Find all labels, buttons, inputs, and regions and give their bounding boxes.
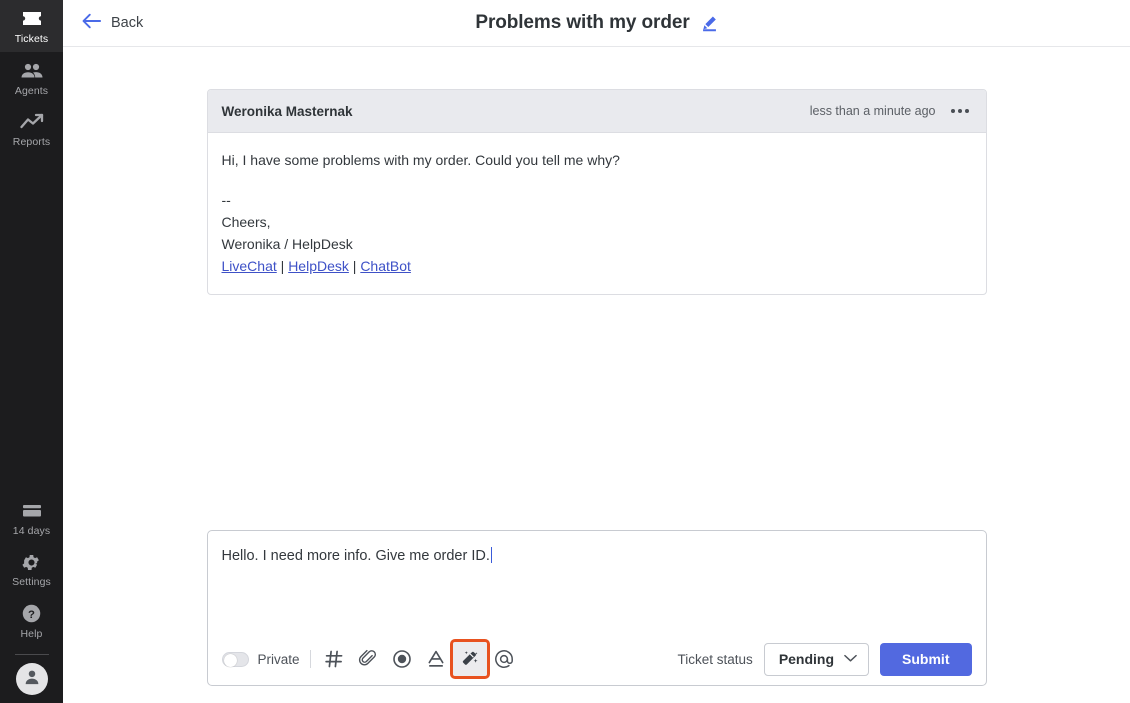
ai-wand-icon[interactable] [449, 639, 490, 679]
ticket-topbar: Back Problems with my order [63, 0, 1130, 47]
attachment-icon[interactable] [351, 642, 385, 676]
sidebar-label-reports: Reports [12, 136, 51, 148]
composer-toolbar: Private Ticket status Pending Submit [208, 633, 986, 685]
agents-icon [20, 60, 44, 82]
ticket-status-label: Ticket status [677, 651, 753, 667]
private-toggle-knob [223, 653, 237, 667]
ticket-title-container: Problems with my order [63, 12, 1130, 34]
message-card-header: Weronika Masternak less than a minute ag… [207, 90, 986, 133]
back-label: Back [111, 15, 144, 31]
ticket-status-select[interactable]: Pending [763, 642, 870, 676]
message-line: -- [221, 192, 231, 208]
ticket-icon [21, 8, 43, 30]
page-title: Problems with my order [475, 12, 690, 33]
message-composer: Hello. I need more info. Give me order I… [206, 530, 987, 686]
link-livechat[interactable]: LiveChat [222, 258, 277, 274]
sidebar-top-nav: Tickets Agents Reports [0, 0, 63, 155]
message-author: Weronika Masternak [221, 103, 353, 119]
link-helpdesk[interactable]: HelpDesk [288, 258, 349, 274]
composer-text-value: Hello. I need more info. Give me order I… [221, 548, 490, 564]
pencil-edit-icon[interactable] [701, 15, 718, 32]
ellipsis-icon[interactable] [949, 105, 971, 117]
private-toggle-label: Private [257, 651, 300, 667]
message-line: Hi, I have some problems with my order. … [221, 152, 620, 168]
sidebar-label-agents: Agents [14, 84, 49, 97]
text-format-icon[interactable] [419, 642, 453, 676]
message-timestamp: less than a minute ago [809, 104, 936, 118]
record-icon[interactable] [385, 642, 419, 676]
sidebar-label-tickets: Tickets [14, 33, 49, 45]
sidebar-label-trial: 14 days [12, 524, 51, 537]
sidebar-item-help[interactable]: ? Help [0, 595, 63, 647]
message-line: Cheers, [221, 214, 271, 230]
message-signature-links: LiveChat | HelpDesk | ChatBot [222, 255, 972, 277]
message-card: Weronika Masternak less than a minute ag… [206, 89, 987, 295]
toolbar-divider [309, 650, 311, 668]
private-toggle[interactable] [221, 651, 249, 667]
back-button[interactable]: Back [81, 13, 143, 34]
sidebar-item-agents[interactable]: Agents [0, 52, 63, 104]
user-avatar-icon [22, 667, 42, 692]
link-chatbot[interactable]: ChatBot [360, 258, 411, 274]
main-content: Back Problems with my order Weronika Mas… [63, 0, 1130, 703]
sidebar-item-trial[interactable]: 14 days [0, 492, 63, 544]
arrow-left-icon [81, 13, 102, 34]
message-thread: Weronika Masternak less than a minute ag… [63, 47, 1130, 530]
composer-actions: Ticket status Pending Submit [677, 642, 972, 676]
sidebar-item-settings[interactable]: Settings [0, 543, 63, 595]
app-root: Tickets Agents Reports 14 days Settings … [0, 0, 1130, 703]
submit-button[interactable]: Submit [880, 642, 972, 676]
canned-response-icon[interactable] [317, 642, 351, 676]
reports-icon [19, 111, 44, 133]
user-avatar-button[interactable] [15, 663, 48, 695]
sidebar-divider [14, 654, 49, 655]
sidebar-bottom-nav: 14 days Settings ? Help [0, 492, 63, 703]
question-mark-icon: ? [21, 603, 42, 625]
link-separator: | [276, 258, 289, 274]
composer-input[interactable]: Hello. I need more info. Give me order I… [208, 531, 986, 633]
sidebar-label-help: Help [20, 627, 43, 640]
chevron-down-icon [844, 650, 857, 668]
gear-icon [21, 551, 42, 573]
main-sidebar: Tickets Agents Reports 14 days Settings … [0, 0, 63, 703]
message-line: Weronika / HelpDesk [221, 236, 353, 252]
link-separator: | [348, 258, 361, 274]
sidebar-item-reports[interactable]: Reports [0, 103, 63, 155]
mention-icon[interactable] [487, 642, 521, 676]
message-meta: less than a minute ago [810, 104, 971, 118]
text-caret [490, 547, 492, 563]
subscription-card-icon [21, 500, 43, 522]
message-body: Hi, I have some problems with my order. … [208, 133, 986, 294]
ticket-status-value: Pending [778, 651, 835, 667]
sidebar-label-settings: Settings [12, 576, 51, 588]
sidebar-item-tickets[interactable]: Tickets [0, 0, 63, 52]
message-line-blank [222, 171, 972, 189]
svg-text:?: ? [28, 609, 35, 621]
composer-container: Hello. I need more info. Give me order I… [63, 530, 1130, 703]
